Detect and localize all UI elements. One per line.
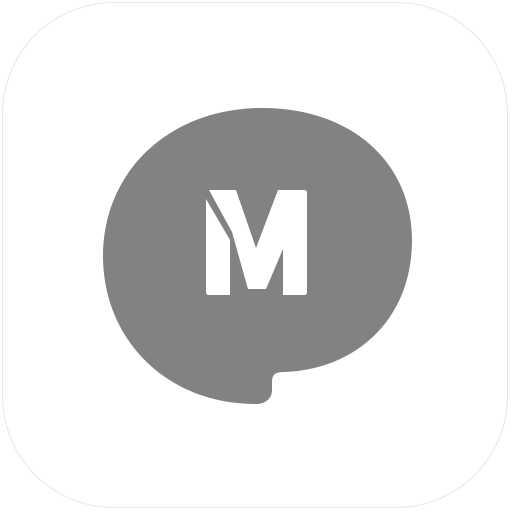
icon-canvas [0,0,512,512]
speech-bubble-icon [103,107,412,404]
